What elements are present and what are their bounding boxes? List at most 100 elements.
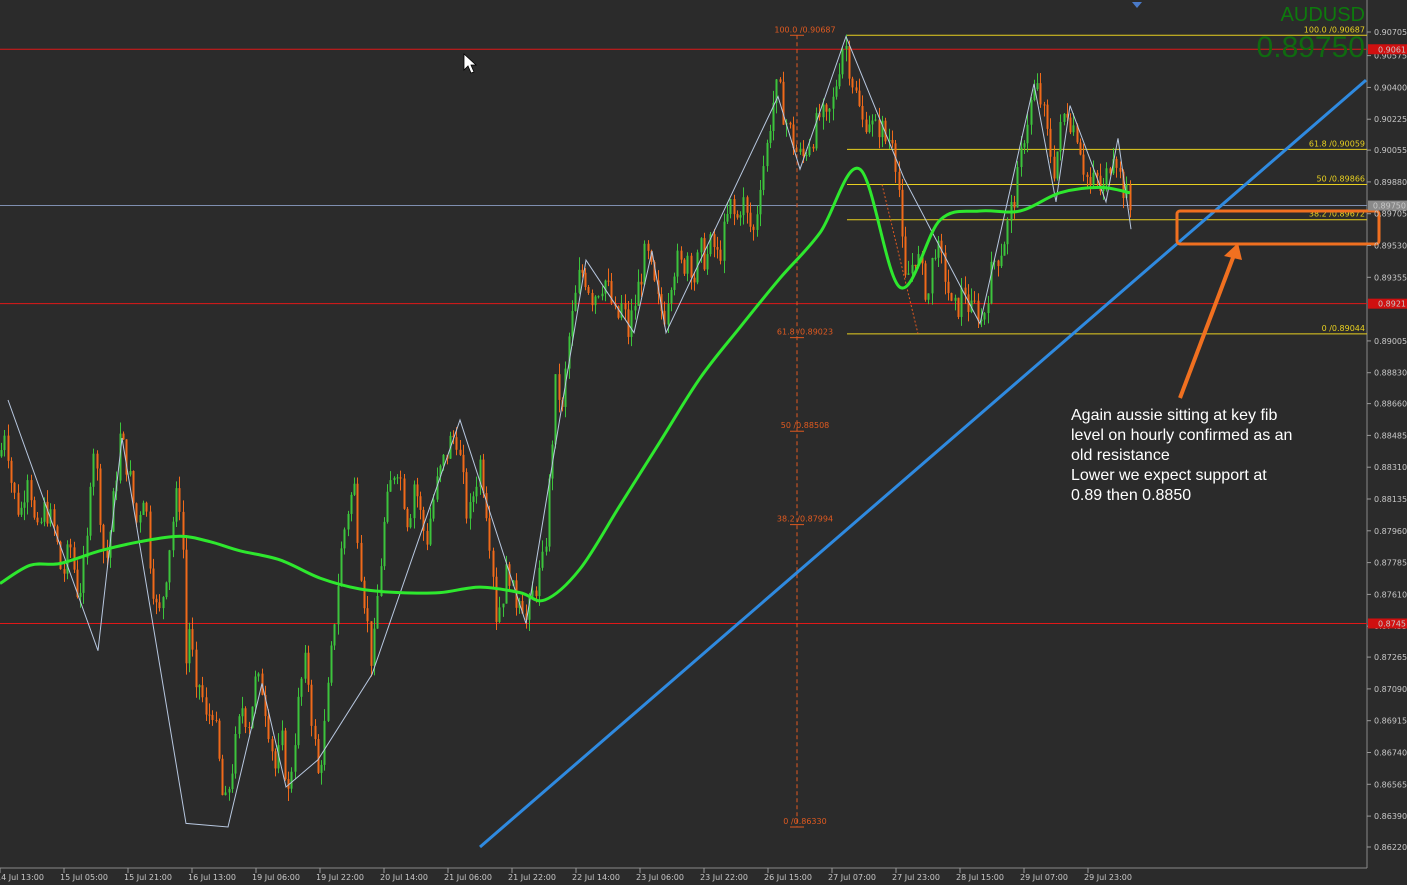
candle-body xyxy=(472,496,475,503)
candle-body xyxy=(0,450,3,457)
candle-body xyxy=(284,730,287,780)
fib-level-label: 61.8 /0.90059 xyxy=(1309,139,1365,148)
candle-body xyxy=(871,120,874,125)
candle-body xyxy=(1016,167,1019,208)
candle-body xyxy=(1006,220,1009,245)
candle-body xyxy=(1096,172,1099,176)
candle-body xyxy=(353,483,356,495)
candle-body xyxy=(812,146,815,149)
candle-body xyxy=(208,714,211,716)
candle-body xyxy=(630,310,633,337)
candle-body xyxy=(370,621,373,666)
candle-body xyxy=(221,758,224,796)
candle-body xyxy=(300,678,303,697)
candle-body xyxy=(307,652,310,685)
candle-body xyxy=(878,119,881,138)
candle-body xyxy=(211,714,214,720)
candle-body xyxy=(1026,124,1029,144)
candle-body xyxy=(805,155,808,157)
candle-body xyxy=(294,745,297,772)
candle-body xyxy=(7,435,10,461)
candle-body xyxy=(640,281,643,285)
candle-body xyxy=(1129,184,1132,211)
fib-level-label: 0 /0.89044 xyxy=(1322,324,1365,333)
candle-body xyxy=(822,104,825,118)
candle-body xyxy=(597,296,600,298)
price-tag-label: 0.9061 xyxy=(1378,45,1406,54)
y-tick-label: 0.90055 xyxy=(1374,146,1407,155)
candle-body xyxy=(224,792,227,796)
y-tick-label: 0.88660 xyxy=(1374,400,1407,409)
candle-body xyxy=(502,603,505,608)
candle-body xyxy=(389,480,392,492)
candle-body xyxy=(578,269,581,293)
y-tick-label: 0.87265 xyxy=(1374,653,1407,662)
candle-body xyxy=(82,557,85,593)
candle-body xyxy=(927,293,930,300)
candle-body xyxy=(155,598,158,603)
candle-body xyxy=(218,720,221,759)
candle-body xyxy=(601,293,604,297)
candle-body xyxy=(1063,113,1066,122)
candle-body xyxy=(1115,159,1118,168)
x-tick-label: 27 Jul 23:00 xyxy=(892,873,940,882)
candle-body xyxy=(1036,83,1039,90)
symbol-label: AUDUSD xyxy=(1280,4,1365,26)
candle-body xyxy=(3,435,6,451)
candle-body xyxy=(96,453,99,469)
candle-body xyxy=(624,303,627,310)
y-tick-label: 0.90400 xyxy=(1374,83,1407,92)
candle-body xyxy=(182,511,185,550)
candle-body xyxy=(907,273,910,275)
candle-body xyxy=(558,374,561,400)
candle-body xyxy=(175,488,178,522)
fib-left-label: 50 /0.88508 xyxy=(781,421,830,430)
candle-body xyxy=(848,45,851,79)
candle-body xyxy=(195,649,198,688)
candle-body xyxy=(340,548,343,587)
x-tick-label: 21 Jul 06:00 xyxy=(444,873,492,882)
candle-body xyxy=(548,478,551,547)
y-tick-label: 0.86390 xyxy=(1374,812,1407,821)
candle-body xyxy=(581,269,584,273)
candle-body xyxy=(901,189,904,237)
candle-body xyxy=(30,480,33,501)
candle-body xyxy=(1119,167,1122,172)
candle-body xyxy=(356,483,359,543)
candle-body xyxy=(465,472,468,519)
candle-body xyxy=(584,272,587,288)
y-tick-label: 0.87090 xyxy=(1374,685,1407,694)
candle-body xyxy=(756,214,759,230)
candle-body xyxy=(891,140,894,144)
candle-body xyxy=(1089,176,1092,185)
x-tick-label: 19 Jul 22:00 xyxy=(316,873,364,882)
candle-body xyxy=(858,90,861,106)
candle-body xyxy=(66,544,69,574)
y-tick-label: 0.86565 xyxy=(1374,780,1407,789)
candle-body xyxy=(808,146,811,156)
annotation-line: Again aussie sitting at key fib xyxy=(1071,407,1278,424)
candle-body xyxy=(393,477,396,481)
candle-body xyxy=(485,493,488,519)
candle-body xyxy=(1013,201,1016,208)
candle-body xyxy=(139,515,142,523)
candle-body xyxy=(868,124,871,133)
price-tag-label: 0.8745 xyxy=(1378,619,1406,628)
candle-body xyxy=(162,597,165,609)
candle-body xyxy=(165,582,168,598)
candle-body xyxy=(1082,154,1085,175)
candle-body xyxy=(403,478,406,509)
candle-body xyxy=(333,624,336,646)
candle-body xyxy=(492,550,495,577)
y-tick-label: 0.87610 xyxy=(1374,590,1407,599)
y-tick-label: 0.88135 xyxy=(1374,495,1407,504)
candle-body xyxy=(934,257,937,259)
candle-body xyxy=(987,303,990,314)
current-price-large: 0.89750 xyxy=(1256,31,1365,64)
candle-body xyxy=(1092,172,1095,185)
candle-body xyxy=(79,592,82,597)
candle-body xyxy=(637,281,640,306)
candle-body xyxy=(983,313,986,320)
x-tick-label: 22 Jul 14:00 xyxy=(572,873,620,882)
candle-body xyxy=(838,74,841,87)
